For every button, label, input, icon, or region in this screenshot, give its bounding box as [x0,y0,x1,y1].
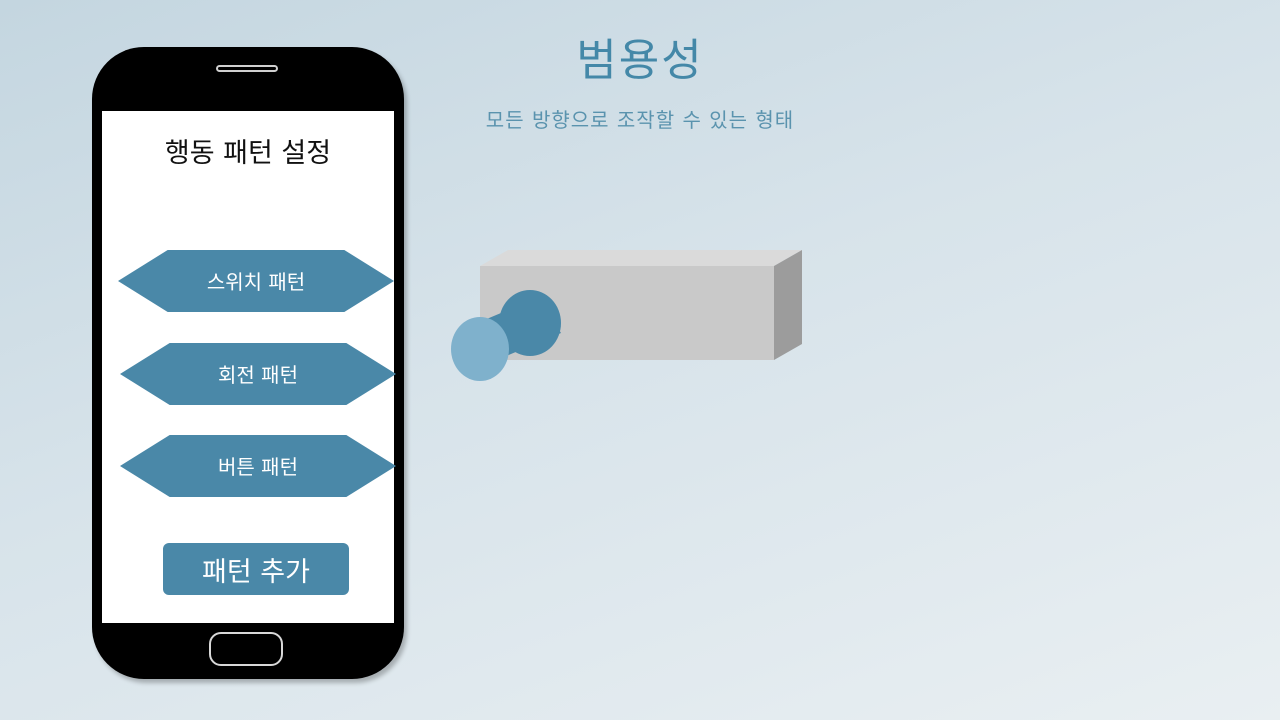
device-illustration [451,250,802,381]
rotate-pattern-button[interactable]: 회전 패턴 [120,343,396,405]
button-pattern-label: 버튼 패턴 [218,454,298,479]
switch-pattern-label: 스위치 패턴 [206,269,306,294]
phone-screen: 행동 패턴 설정 스위치 패턴 회전 패턴 버튼 패턴 패턴 추가 [102,111,396,623]
screen-title: 행동 패턴 설정 [164,138,332,169]
button-pattern-button[interactable]: 버튼 패턴 [120,435,396,497]
box-side-face [774,250,802,360]
page-subtitle: 모든 방향으로 조작할 수 있는 형태 [485,108,795,132]
cylinder-knob [451,290,561,381]
cylinder-end-face [451,317,509,381]
add-pattern-button[interactable]: 패턴 추가 [163,543,349,595]
box-top-face [480,250,802,266]
home-button[interactable] [209,632,283,666]
page-title: 범용성 [576,35,704,86]
smartphone-mockup: 행동 패턴 설정 스위치 패턴 회전 패턴 버튼 패턴 패턴 추가 [92,47,404,679]
switch-pattern-button[interactable]: 스위치 패턴 [118,250,394,312]
rotate-pattern-label: 회전 패턴 [218,362,298,387]
speaker-grille [216,65,278,72]
